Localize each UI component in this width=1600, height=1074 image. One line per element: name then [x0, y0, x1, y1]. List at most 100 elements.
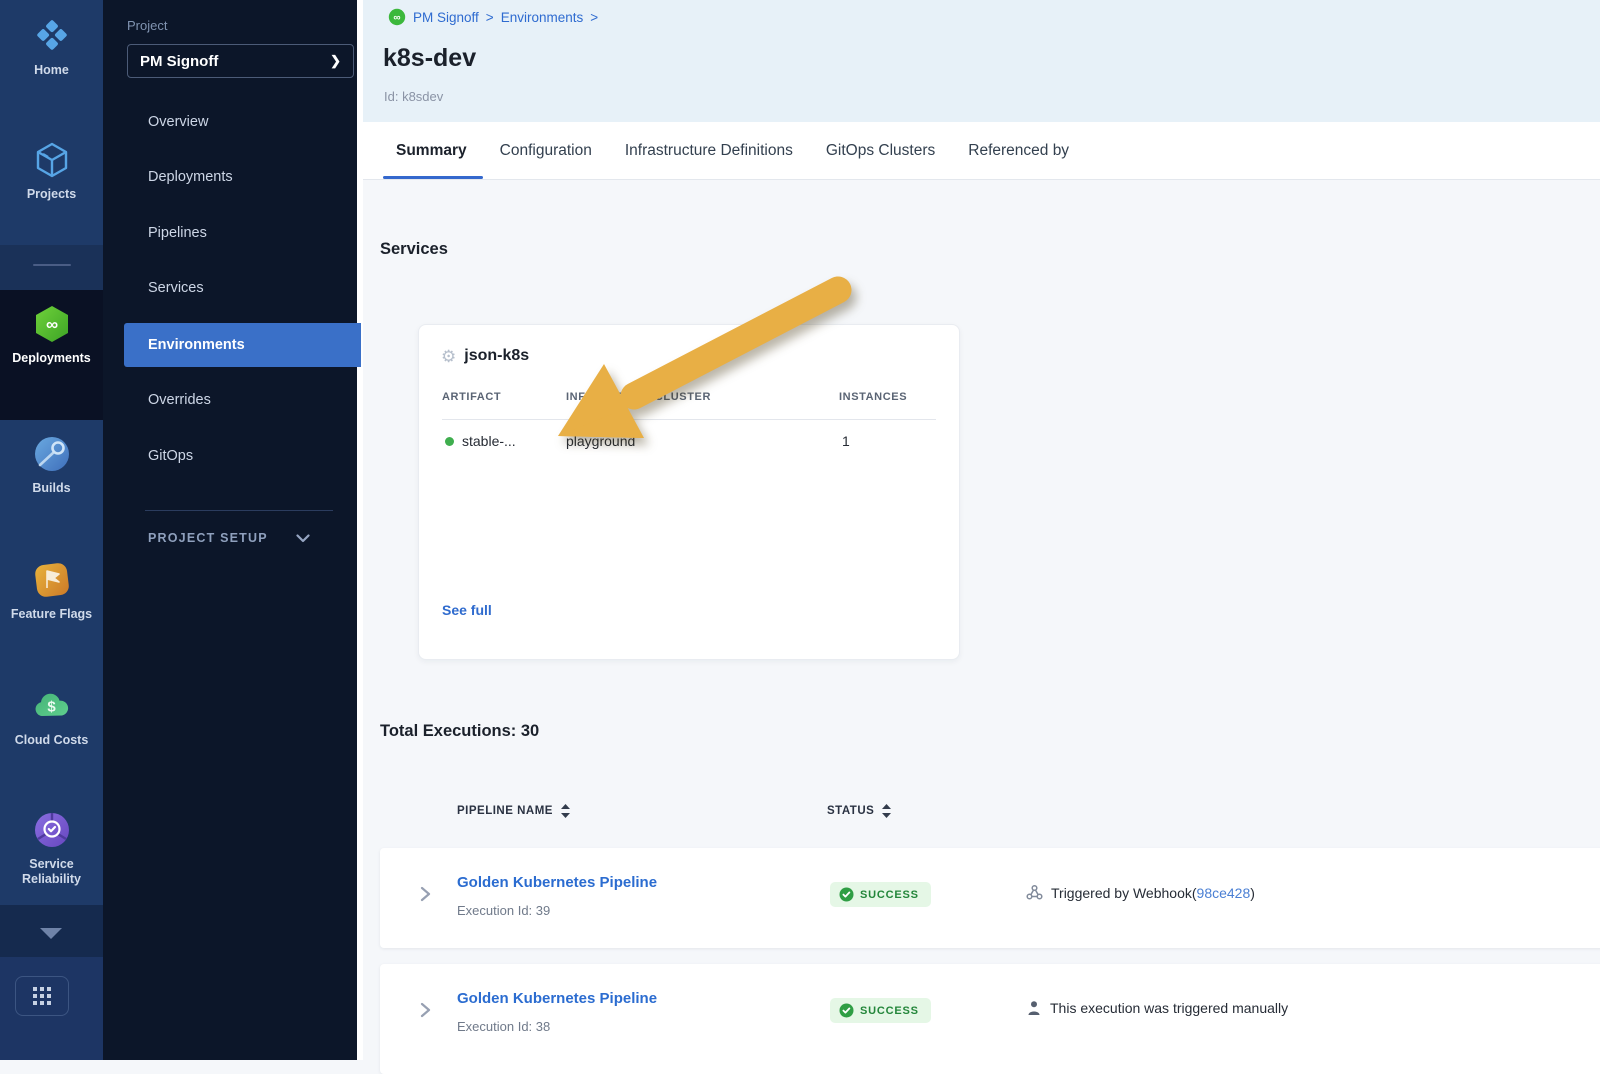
sort-icon[interactable] [561, 804, 570, 818]
cloud-costs-icon: $ [30, 684, 74, 728]
user-icon [1026, 1000, 1042, 1016]
tab-referenced-by[interactable]: Referenced by [968, 122, 1069, 179]
module-builds[interactable]: Builds [0, 432, 103, 496]
module-home[interactable]: Home [0, 14, 103, 78]
column-header-text: STATUS [827, 805, 874, 817]
rail-section-divider [0, 245, 103, 290]
breadcrumb: ∞ PM Signoff > Environments > [388, 8, 598, 26]
check-circle-icon [839, 887, 854, 902]
module-label: Home [34, 63, 69, 78]
project-setup-label: PROJECT SETUP [148, 531, 268, 545]
tab-infrastructure-definitions[interactable]: Infrastructure Definitions [625, 122, 793, 179]
rail-scroll-down-button[interactable] [32, 922, 70, 944]
svg-text:∞: ∞ [393, 13, 400, 24]
entity-id: Id: k8sdev [384, 89, 443, 104]
tab-gitops-clusters[interactable]: GitOps Clusters [826, 122, 935, 179]
home-icon [30, 14, 74, 58]
module-label: Projects [27, 187, 76, 202]
page-title: k8s-dev [383, 44, 476, 73]
execution-id: Execution Id: 38 [457, 1019, 550, 1034]
svg-text:$: $ [47, 699, 56, 716]
status-badge: SUCCESS [830, 882, 931, 907]
project-sidebar: Project PM Signoff ❯ Overview Deployment… [103, 0, 357, 1060]
column-header-text: PIPELINE NAME [457, 805, 553, 817]
column-header-pipeline-name: PIPELINE NAME [457, 804, 570, 818]
sidebar-content-gutter [357, 0, 363, 1060]
breadcrumb-project-link[interactable]: PM Signoff [413, 10, 479, 25]
chevron-down-icon [296, 534, 310, 543]
sidebar-item-environments[interactable]: Environments [124, 323, 361, 367]
status-text: SUCCESS [860, 1005, 919, 1017]
execution-row: Golden Kubernetes Pipeline Execution Id:… [380, 848, 1600, 948]
module-projects[interactable]: Projects [0, 138, 103, 202]
gear-icon: ⚙ [441, 348, 456, 365]
project-setup-toggle[interactable]: PROJECT SETUP [148, 531, 310, 545]
trigger-info: Triggered by Webhook(98ce428) [1026, 884, 1255, 901]
webhook-icon [1026, 884, 1043, 901]
module-label: Deployments [12, 351, 91, 366]
expand-chevron-icon[interactable] [418, 884, 432, 904]
services-heading: Services [380, 240, 448, 259]
module-deployments[interactable]: ∞ Deployments [0, 302, 103, 366]
deployments-module-icon: ∞ [388, 8, 406, 26]
trigger-text: Triggered by Webhook(98ce428) [1051, 885, 1255, 901]
trigger-text: This execution was triggered manually [1050, 1000, 1288, 1016]
execution-id: Execution Id: 39 [457, 903, 550, 918]
module-label: Builds [32, 481, 70, 496]
table-divider [442, 419, 936, 420]
project-selector[interactable]: PM Signoff ❯ [127, 44, 354, 78]
service-name: json-k8s [464, 347, 529, 365]
feature-flags-icon [30, 558, 74, 602]
column-header-status: STATUS [827, 804, 891, 818]
total-executions-label: Total Executions: 30 [380, 722, 539, 741]
module-label: Cloud Costs [15, 733, 89, 748]
execution-row: Golden Kubernetes Pipeline Execution Id:… [380, 964, 1600, 1074]
webhook-id-link[interactable]: 98ce428 [1197, 885, 1251, 901]
project-name: PM Signoff [140, 53, 218, 70]
column-header-instances: INSTANCES [839, 391, 907, 403]
breadcrumb-environments-link[interactable]: Environments [501, 10, 584, 25]
sidebar-divider [145, 510, 333, 511]
instances-value: 1 [842, 433, 850, 449]
status-text: SUCCESS [860, 889, 919, 901]
chevron-right-icon: ❯ [330, 53, 341, 69]
chevron-down-icon [32, 922, 70, 944]
pipeline-name-link[interactable]: Golden Kubernetes Pipeline [457, 874, 657, 891]
sidebar-item-pipelines[interactable]: Pipelines [148, 225, 207, 241]
pipeline-name-link[interactable]: Golden Kubernetes Pipeline [457, 990, 657, 1007]
sidebar-item-services[interactable]: Services [148, 280, 204, 296]
breadcrumb-separator: > [486, 10, 494, 25]
column-header-cluster: INFRA/GITOPS CLUSTER [566, 391, 711, 403]
svg-text:∞: ∞ [45, 315, 57, 334]
see-full-link[interactable]: See full [442, 602, 492, 618]
builds-icon [30, 432, 74, 476]
module-picker-button[interactable] [15, 976, 69, 1016]
sort-icon[interactable] [882, 804, 891, 818]
module-service-reliability[interactable]: Service Reliability [0, 808, 103, 887]
trigger-info: This execution was triggered manually [1026, 1000, 1288, 1016]
expand-chevron-icon[interactable] [418, 1000, 432, 1020]
breadcrumb-separator: > [590, 10, 598, 25]
module-cloud-costs[interactable]: $ Cloud Costs [0, 684, 103, 748]
deployments-icon: ∞ [30, 302, 74, 346]
check-circle-icon [839, 1003, 854, 1018]
module-feature-flags[interactable]: Feature Flags [0, 558, 103, 622]
cluster-value: playground [566, 433, 635, 449]
artifact-status-dot [445, 437, 454, 446]
sidebar-item-deployments[interactable]: Deployments [148, 169, 233, 185]
tab-bar: Summary Configuration Infrastructure Def… [363, 122, 1600, 180]
service-card: ⚙ json-k8s ARTIFACT INFRA/GITOPS CLUSTER… [418, 324, 960, 660]
project-label: Project [127, 18, 167, 33]
projects-icon [30, 138, 74, 182]
sidebar-item-gitops[interactable]: GitOps [148, 448, 193, 464]
sidebar-item-overview[interactable]: Overview [148, 114, 208, 130]
grid-icon [31, 985, 53, 1007]
service-reliability-icon [30, 808, 74, 852]
module-label: Service Reliability [0, 857, 103, 887]
tab-summary[interactable]: Summary [396, 122, 467, 179]
sidebar-item-overrides[interactable]: Overrides [148, 392, 211, 408]
tab-configuration[interactable]: Configuration [500, 122, 592, 179]
column-header-artifact: ARTIFACT [442, 391, 501, 403]
artifact-value: stable-... [462, 433, 516, 449]
module-label: Feature Flags [11, 607, 92, 622]
